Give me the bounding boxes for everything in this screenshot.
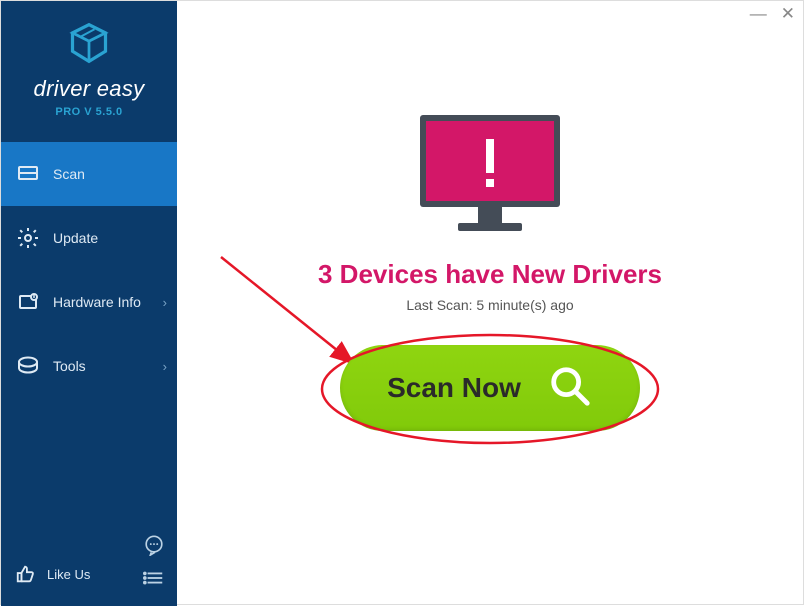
logo-area: driver easy PRO V 5.5.0 <box>1 1 177 128</box>
thumbs-up-icon <box>15 563 37 585</box>
hardware-info-icon <box>15 289 41 315</box>
menu-button[interactable] <box>143 567 165 594</box>
minimize-button[interactable]: — <box>750 7 767 21</box>
like-us-button[interactable]: Like Us <box>47 567 90 582</box>
sidebar: driver easy PRO V 5.5.0 Scan Update <box>1 1 177 606</box>
main-content: — ✕ 3 Devices have New Drivers Last Scan… <box>177 1 803 604</box>
sidebar-item-label: Scan <box>53 166 85 182</box>
status-headline: 3 Devices have New Drivers <box>177 259 803 290</box>
status-graphic <box>177 111 803 241</box>
search-icon <box>547 363 593 414</box>
sidebar-item-label: Hardware Info <box>53 294 141 310</box>
monitor-alert-icon <box>416 111 564 241</box>
sidebar-item-update[interactable]: Update <box>1 206 177 270</box>
close-button[interactable]: ✕ <box>781 7 795 21</box>
scan-icon <box>15 161 41 187</box>
window-controls: — ✕ <box>750 7 795 21</box>
tools-icon <box>15 353 41 379</box>
last-scan-label: Last Scan: 5 minute(s) ago <box>177 297 803 313</box>
sidebar-item-scan[interactable]: Scan <box>1 142 177 206</box>
nav: Scan Update Hardware Info › <box>1 142 177 542</box>
chevron-right-icon: › <box>163 359 167 374</box>
sidebar-item-label: Update <box>53 230 98 246</box>
scan-now-label: Scan Now <box>387 372 521 404</box>
chevron-right-icon: › <box>163 295 167 310</box>
app-logo-icon <box>67 21 111 65</box>
sidebar-item-label: Tools <box>53 358 86 374</box>
app-version: PRO V 5.5.0 <box>16 106 162 118</box>
sidebar-item-hardware-info[interactable]: Hardware Info › <box>1 270 177 334</box>
scan-now-button[interactable]: Scan Now <box>340 345 640 431</box>
app-name: driver easy <box>16 76 162 102</box>
sidebar-item-tools[interactable]: Tools › <box>1 334 177 398</box>
gear-icon <box>15 225 41 251</box>
